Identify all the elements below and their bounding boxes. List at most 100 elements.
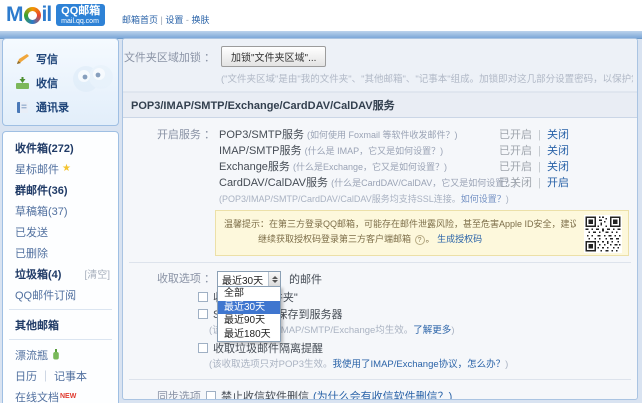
tip-line2: 继续获取授权码登录第三方客户端邮箱 ?。 生成授权码 [224, 232, 576, 247]
star-icon: ★ [62, 163, 71, 174]
sync-options-content: 禁止收信软件删信 (为什么会有收信软件删信？) (该收取选项只对POP3生效。) [215, 388, 637, 400]
help-question-icon[interactable]: ? [415, 235, 425, 245]
ssl-note-close: ) [506, 194, 509, 204]
folder-label: 垃圾箱(4) [15, 266, 61, 282]
dropdown-option-90days[interactable]: 最近90天 [218, 314, 280, 328]
service-name: IMAP/SMTP服务 [219, 145, 302, 157]
spam-reminder-checkbox[interactable] [198, 343, 208, 353]
toggle-service-link[interactable]: 开启 [547, 177, 569, 189]
status-separator: | [538, 129, 541, 141]
nav-settings-link[interactable]: 设置 [165, 15, 183, 25]
nav-skin-link[interactable]: 换肤 [191, 15, 209, 25]
why-delete-link[interactable]: (为什么会有收信软件删信？) [313, 388, 452, 400]
sidebar-item-junk[interactable]: 垃圾箱(4) [清空] [3, 263, 118, 284]
sidebar-divider [9, 309, 112, 310]
sidebar-item-group-mail[interactable]: 群邮件(36) [3, 179, 118, 200]
empty-junk-link[interactable]: [清空] [84, 266, 110, 281]
folder-lock-label: 文件夹区域加锁 ： [123, 49, 215, 65]
folder-label: QQ邮件订阅 [15, 287, 76, 303]
sidebar-item-receive[interactable]: 收信 [3, 71, 118, 95]
forbid-delete-checkbox[interactable] [206, 391, 216, 400]
service-status: 已开启 | 关闭 [499, 142, 569, 158]
sidebar-item-subscriptions[interactable]: QQ邮件订阅 [3, 284, 118, 305]
sync-options-label: 同步选项 ： [123, 388, 215, 400]
learn-more-link[interactable]: 了解更多 [413, 325, 451, 336]
sidebar-item-starred[interactable]: 星标邮件 ★ [3, 158, 118, 179]
service-help-note[interactable]: (什么是Exchange，它又是如何设置？) [293, 162, 447, 172]
new-badge: NEW [60, 393, 76, 400]
status-text: 已开启 [499, 161, 532, 173]
fetch-range-select[interactable]: 最近30天 [217, 271, 281, 287]
separator: ｜ [40, 368, 51, 384]
note-close: ) [505, 359, 508, 370]
service-rows: POP3/SMTP服务 (如何使用 Foxmail 等软件收发邮件？) 已开启 … [215, 126, 637, 205]
sync-options-section: 同步选项 ： 禁止收信软件删信 (为什么会有收信软件删信？) (该收取选项只对P… [123, 380, 637, 400]
logo-badge-title: QQ邮箱 [61, 6, 100, 17]
nav-dash: - [186, 15, 189, 25]
forbid-delete-row: 禁止收信软件删信 (为什么会有收信软件删信？) [206, 388, 637, 400]
nav-mail-home-link[interactable]: 邮箱首页 [122, 15, 158, 25]
folder-lock-section: 文件夹区域加锁 ： 加锁"文件夹区域"... ("文件夹区域"是由"我的文件夹"… [123, 39, 637, 92]
sidebar-item-drafts[interactable]: 草稿箱(37) [3, 200, 118, 221]
smtp-save-checkbox[interactable] [198, 309, 208, 319]
toggle-service-link[interactable]: 关闭 [547, 129, 569, 141]
my-folder-checkbox[interactable] [198, 292, 208, 302]
spinner-up-icon [272, 276, 278, 279]
service-name: POP3/SMTP服务 [219, 129, 304, 141]
folder-label: 在线文档 [15, 389, 59, 403]
service-status: 已关闭 | 开启 [499, 174, 569, 190]
settings-main-panel: 文件夹区域加锁 ： 加锁"文件夹区域"... ("文件夹区域"是由"我的文件夹"… [122, 38, 638, 400]
fetch-range-dropdown-menu: 全部 最近30天 最近90天 最近180天 [217, 286, 281, 342]
status-text: 已开启 [499, 145, 532, 157]
dropdown-option-180days[interactable]: 最近180天 [218, 328, 280, 342]
select-value: 最近30天 [218, 272, 268, 287]
tip-period: 。 [426, 234, 435, 244]
folder-label: 已删除 [15, 245, 48, 261]
sidebar-item-compose[interactable]: 写信 [3, 47, 118, 71]
sidebar-item-sent[interactable]: 已发送 [3, 221, 118, 242]
service-row-carddav: CardDAV/CalDAV服务 (什么是CardDAV/CalDAV，它又是如… [215, 174, 637, 190]
sidebar-item-contacts[interactable]: 通讯录 [3, 95, 118, 119]
sidebar-item-label: 收信 [36, 75, 58, 91]
services-label: 开启服务 ： [123, 126, 215, 205]
warm-tip-text: 温馨提示：在第三方登录QQ邮箱，可能存在邮件泄露风险，甚至危害Apple ID安… [224, 217, 576, 247]
ssl-howto-link[interactable]: 如何设置？ [461, 194, 506, 204]
lock-folder-button[interactable]: 加锁"文件夹区域"... [221, 46, 326, 67]
dropdown-option-all[interactable]: 全部 [218, 287, 280, 301]
folder-label: 星标邮件 [15, 161, 59, 177]
status-text: 已开启 [499, 129, 532, 141]
status-separator: | [538, 145, 541, 157]
service-help-note[interactable]: (如何使用 Foxmail 等软件收发邮件？) [307, 130, 458, 140]
sidebar-item-inbox[interactable]: 收件箱(272) [3, 137, 118, 158]
service-status: 已开启 | 关闭 [499, 158, 569, 174]
dropdown-option-30days[interactable]: 最近30天 [218, 301, 280, 315]
notebook-label[interactable]: 记事本 [54, 368, 87, 384]
nav-separator: | [161, 15, 163, 25]
sidebar-item-drift-bottle[interactable]: 漂流瓶 [3, 344, 118, 365]
logo-letter-il: il [42, 3, 52, 27]
service-help-note[interactable]: (什么是 IMAP，它又是如何设置？) [305, 146, 444, 156]
sidebar-item-calendar-notebook[interactable]: 日历 ｜ 记事本 [3, 365, 118, 386]
sidebar-item-label: 通讯录 [36, 99, 69, 115]
select-spinner[interactable] [268, 272, 280, 286]
sidebar-item-online-docs[interactable]: 在线文档 NEW [3, 386, 118, 403]
section-title: POP3/IMAP/SMTP/Exchange/CardDAV/CalDAV服务 [123, 92, 637, 118]
service-help-note[interactable]: (什么是CardDAV/CalDAV，它又是如何设置？) [331, 178, 516, 188]
qqmail-logo[interactable]: M il QQ邮箱 mail.qq.com [6, 3, 105, 27]
status-text: 已关闭 [499, 177, 532, 189]
imap-exchange-help-link[interactable]: 我使用了IMAP/Exchange协议，怎么办？ [333, 359, 506, 370]
header-nav: 邮箱首页 | 设置 - 换肤 [122, 13, 209, 26]
sidebar-item-label: 写信 [36, 51, 58, 67]
pop3-only-note: (该收取选项只对POP3生效。我使用了IMAP/Exchange协议，怎么办？) [209, 356, 637, 373]
calendar-label[interactable]: 日历 [15, 368, 37, 384]
sidebar-item-other-mailbox[interactable]: 其他邮箱 [3, 314, 118, 335]
sidebar-item-deleted[interactable]: 已删除 [3, 242, 118, 263]
toggle-service-link[interactable]: 关闭 [547, 145, 569, 157]
generate-auth-code-link[interactable]: 生成授权码 [437, 234, 482, 244]
logo-ring-icon [24, 7, 41, 24]
toggle-service-link[interactable]: 关闭 [547, 161, 569, 173]
folder-label: 收件箱(272) [15, 140, 74, 156]
forbid-delete-label: 禁止收信软件删信 [221, 388, 309, 400]
status-separator: | [538, 161, 541, 173]
spinner-down-icon [272, 280, 278, 283]
